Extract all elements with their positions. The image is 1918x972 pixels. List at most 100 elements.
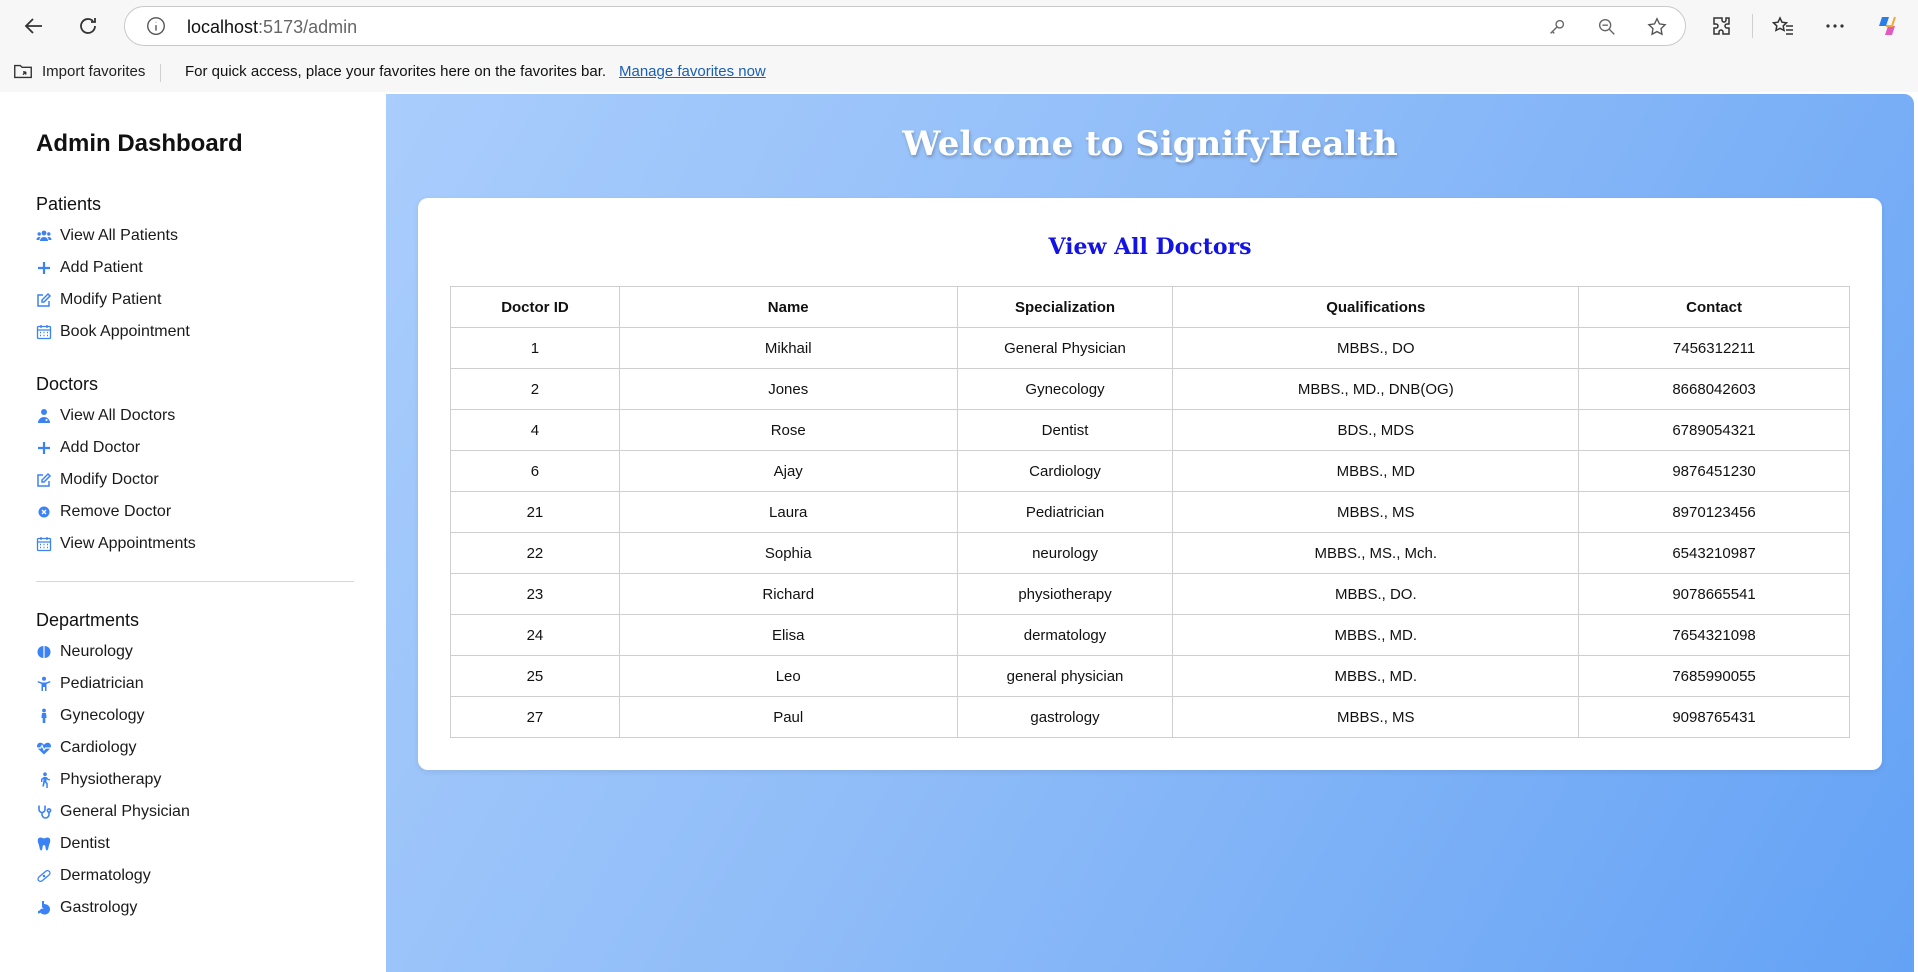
sidebar-item-pediatrician[interactable]: Pediatrician [36,675,144,693]
sidebar-item-label: Cardiology [60,739,137,756]
cell-specialization: General Physician [956,327,1174,369]
table-row: 23 Richard physiotherapy MBBS., DO. 9078… [450,573,1850,615]
favorites-button[interactable] [1761,6,1805,46]
cell-specialization: Gynecology [956,368,1174,410]
cell-contact: 6789054321 [1578,409,1850,451]
toolbar-separator [1752,14,1753,38]
section-heading-patients: Patients [36,194,102,214]
favorites-list-icon [1771,16,1793,35]
cell-doctor-id: 25 [450,655,620,697]
sidebar-item-add-doctor[interactable]: Add Doctor [36,439,140,457]
sidebar-item-dermatology[interactable]: Dermatology [36,867,151,885]
cell-name: Paul [618,696,958,738]
sidebar-item-gastrology[interactable]: Gastrology [36,899,137,917]
browser-toolbar: localhost:5173/admin [0,0,1918,52]
sidebar-item-cardiology[interactable]: Cardiology [36,739,136,757]
sidebar-item-neurology[interactable]: Neurology [36,643,133,661]
column-header-qualifications: Qualifications [1172,286,1580,328]
sidebar-item-view-appointments[interactable]: View Appointments [36,535,196,553]
cell-qualifications: MBBS., MS [1172,696,1580,738]
cell-contact: 8970123456 [1578,491,1850,533]
import-favorites-button[interactable]: Import favorites [12,60,145,82]
card-title: View All Doctors [1048,234,1252,260]
favorites-bar: Import favorites For quick access, place… [0,52,1918,92]
key-button[interactable] [1539,13,1575,41]
sidebar-item-book-appointment[interactable]: Book Appointment [36,323,190,341]
copilot-icon [1879,16,1896,35]
cell-specialization: physiotherapy [956,573,1174,615]
table-row: 2 Jones Gynecology MBBS., MD., DNB(OG) 8… [450,368,1850,410]
sidebar-item-label: Modify Doctor [60,471,159,488]
tooth-icon [36,836,52,852]
favorite-star-button[interactable] [1639,13,1675,41]
section-heading-doctors: Doctors [36,374,99,394]
manage-favorites-link[interactable]: Manage favorites now [619,63,766,80]
sidebar-item-gynecology[interactable]: Gynecology [36,707,145,725]
person-icon [36,708,52,724]
sidebar-item-modify-patient[interactable]: Modify Patient [36,291,161,309]
cell-name: Richard [618,573,958,615]
sidebar-item-view-all-patients[interactable]: View All Patients [36,227,178,245]
more-dots-icon [1826,24,1844,28]
sidebar-item-dentist[interactable]: Dentist [36,835,110,853]
sidebar-item-physiotherapy[interactable]: Physiotherapy [36,771,161,789]
sidebar-item-label: Physiotherapy [60,771,162,788]
cell-qualifications: MBBS., MD., DNB(OG) [1172,368,1580,410]
sidebar-item-label: Dentist [60,835,110,852]
calendar-icon [36,324,52,340]
column-header-specialization: Specialization [956,286,1174,328]
sidebar-item-general-physician[interactable]: General Physician [36,803,190,821]
walking-icon [36,772,52,788]
address-bar[interactable]: localhost:5173/admin [124,6,1686,46]
doctors-table: Doctor ID Name Specialization Qualificat… [450,286,1850,738]
sidebar-item-view-all-doctors[interactable]: View All Doctors [36,407,175,425]
cell-qualifications: BDS., MDS [1172,409,1580,451]
plus-icon [36,440,52,456]
cell-doctor-id: 6 [450,450,620,492]
import-favorites-label: Import favorites [42,62,146,80]
back-button[interactable] [14,6,54,46]
back-arrow-icon [24,18,42,34]
url-text: localhost:5173/admin [187,17,358,37]
sidebar: Admin Dashboard Patients View All Patien… [4,94,386,972]
cell-qualifications: MBBS., MD. [1172,655,1580,697]
favorites-divider [160,64,161,82]
sidebar-item-label: Dermatology [60,867,151,884]
section-heading-departments: Departments [36,610,140,630]
sidebar-item-add-patient[interactable]: Add Patient [36,259,143,277]
cell-qualifications: MBBS., MD [1172,450,1580,492]
sidebar-item-label: Modify Patient [60,291,162,308]
cell-name: Laura [618,491,958,533]
table-row: 1 Mikhail General Physician MBBS., DO 74… [450,327,1850,369]
cell-specialization: Dentist [956,409,1174,451]
reload-button[interactable] [68,6,108,46]
sidebar-item-modify-doctor[interactable]: Modify Doctor [36,471,159,489]
sidebar-item-label: View All Patients [60,227,178,244]
sidebar-item-label: Book Appointment [60,323,190,340]
table-row: 21 Laura Pediatrician MBBS., MS 89701234… [450,491,1850,533]
zoom-button[interactable] [1589,13,1625,41]
sidebar-item-remove-doctor[interactable]: Remove Doctor [36,503,171,521]
table-row: 24 Elisa dermatology MBBS., MD. 76543210… [450,614,1850,656]
key-icon [1550,19,1565,34]
cell-doctor-id: 4 [450,409,620,451]
cell-doctor-id: 22 [450,532,620,574]
sidebar-title: Admin Dashboard [36,130,243,157]
reload-icon [80,18,96,34]
more-button[interactable] [1813,6,1857,46]
info-icon[interactable] [145,15,167,37]
cell-contact: 9876451230 [1578,450,1850,492]
cell-contact: 9098765431 [1578,696,1850,738]
cell-contact: 9078665541 [1578,573,1850,615]
cell-specialization: Cardiology [956,450,1174,492]
doctors-card: View All Doctors Doctor ID Name Speciali… [418,198,1882,770]
extensions-button[interactable] [1700,6,1744,46]
cell-contact: 7456312211 [1578,327,1850,369]
copilot-button[interactable] [1865,6,1909,46]
table-row: 6 Ajay Cardiology MBBS., MD 9876451230 [450,450,1850,492]
heart-pulse-icon [36,740,52,756]
remove-icon [36,504,52,520]
users-icon [36,228,52,244]
column-header-doctor-id: Doctor ID [450,286,620,328]
cell-name: Leo [618,655,958,697]
